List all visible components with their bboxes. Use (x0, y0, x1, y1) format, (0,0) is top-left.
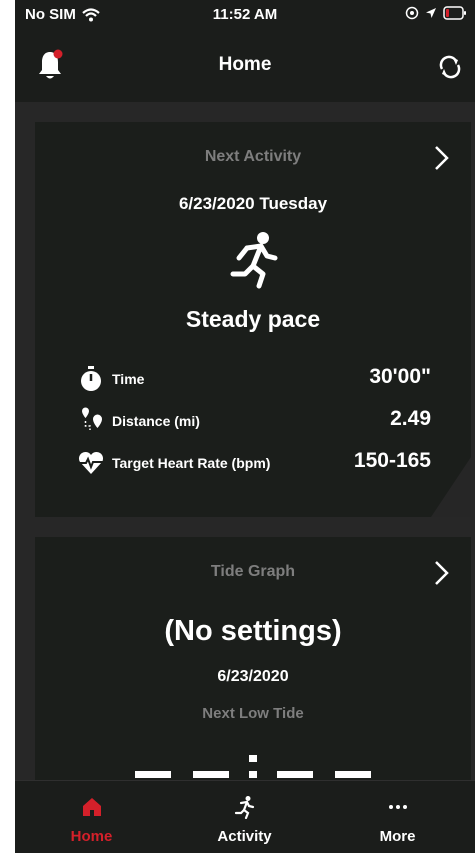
tab-label: More (379, 828, 416, 845)
heart-rate-icon (78, 451, 104, 474)
running-icon (230, 232, 278, 289)
tide-graph-header: Tide Graph (210, 563, 296, 580)
route-pin-icon (82, 407, 102, 430)
stat-row-distance: Distance (mi) 2.49 (35, 407, 471, 437)
tide-status: (No settings) (164, 615, 342, 647)
tide-placeholder-dashes (135, 755, 371, 778)
left-edge-strip (0, 0, 15, 853)
status-bar: No SIM 11:52 AM (15, 0, 475, 30)
more-dots-icon (388, 805, 407, 809)
tab-label: Home (70, 828, 113, 845)
tab-home[interactable]: Home (15, 781, 168, 853)
activity-date: 6/23/2020 Tuesday (178, 194, 328, 213)
next-activity-header: Next Activity (204, 148, 302, 165)
sync-icon[interactable] (435, 52, 465, 82)
home-content: Next Activity 6/23/2020 Tuesday Steady p… (15, 102, 475, 780)
stat-value: 150-165 (353, 449, 431, 472)
screen: No SIM 11:52 AM Home Next Activity 6/23/… (0, 0, 475, 853)
stat-row-time: Time 30'00" (35, 365, 471, 395)
orientation-lock-icon (405, 6, 419, 20)
nav-bar: Home (15, 30, 475, 102)
running-icon (234, 796, 254, 819)
stat-value: 30'00" (369, 365, 431, 388)
stat-label: Distance (mi) (112, 413, 200, 429)
chevron-right-icon[interactable] (433, 144, 451, 172)
stat-label: Target Heart Rate (bpm) (112, 455, 271, 471)
chevron-right-icon[interactable] (433, 559, 451, 587)
stat-row-heart-rate: Target Heart Rate (bpm) 150-165 (35, 449, 471, 479)
tab-activity[interactable]: Activity (168, 781, 321, 853)
battery-icon (443, 6, 466, 20)
location-arrow-icon (426, 8, 436, 18)
tab-bar: Home Activity More (15, 780, 475, 853)
stat-label: Time (112, 371, 145, 387)
home-icon (82, 798, 101, 816)
tide-subtitle: Next Low Tide (202, 705, 304, 722)
tide-graph-card[interactable]: Tide Graph (No settings) 6/23/2020 Next … (35, 537, 471, 780)
app: No SIM 11:52 AM Home Next Activity 6/23/… (15, 0, 475, 853)
tide-date: 6/23/2020 (217, 668, 289, 685)
status-right (405, 6, 467, 20)
stopwatch-icon (81, 366, 101, 391)
page-title: Home (218, 54, 272, 75)
tab-label: Activity (217, 828, 272, 845)
next-activity-card[interactable]: Next Activity 6/23/2020 Tuesday Steady p… (35, 122, 471, 517)
stat-value: 2.49 (390, 407, 431, 430)
tab-more[interactable]: More (321, 781, 474, 853)
activity-name: Steady pace (185, 306, 321, 332)
